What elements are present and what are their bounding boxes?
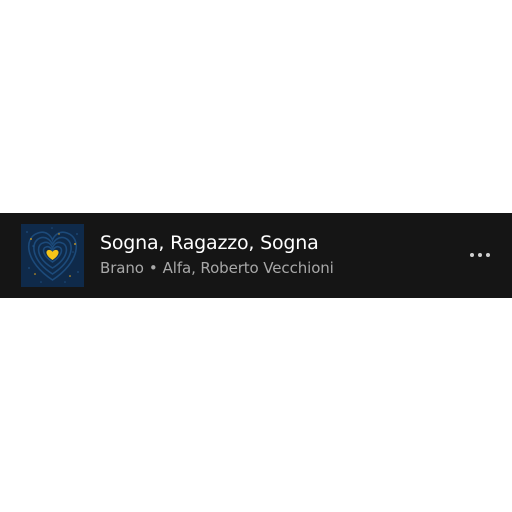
track-artists: Alfa, Roberto Vecchioni xyxy=(162,259,334,277)
album-artwork xyxy=(21,224,84,287)
more-options-button[interactable] xyxy=(463,243,497,267)
track-type-label: Brano xyxy=(100,259,144,277)
track-subtitle: Brano • Alfa, Roberto Vecchioni xyxy=(100,258,460,278)
track-title: Sogna, Ragazzo, Sogna xyxy=(100,232,319,254)
more-options-icon xyxy=(470,253,474,257)
heart-artwork-icon xyxy=(21,224,84,287)
track-row[interactable]: Sogna, Ragazzo, Sogna Brano • Alfa, Robert… xyxy=(0,213,512,298)
track-info: Sogna, Ragazzo, Sogna Brano • Alfa, Robert… xyxy=(100,231,460,278)
separator-dot: • xyxy=(148,259,158,277)
